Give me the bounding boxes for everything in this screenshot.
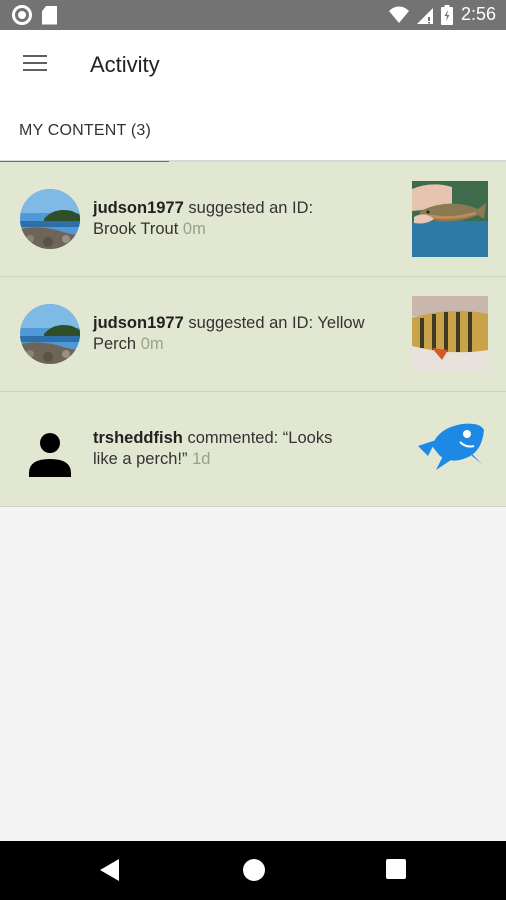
status-bar: 2:56	[0, 0, 506, 30]
username[interactable]: judson1977	[93, 199, 184, 217]
status-system: 2:56	[388, 4, 496, 25]
activity-item[interactable]: judson1977 suggested an ID: Brook Trout …	[0, 162, 506, 277]
activity-text: trsheddfish commented: “Looks like a per…	[93, 428, 383, 470]
activity-detail: Perch	[93, 335, 137, 353]
wifi-icon	[388, 6, 409, 23]
timestamp: 0m	[182, 220, 206, 238]
fish-photo-thumbnail[interactable]	[412, 181, 488, 257]
activity-action: commented: “Looks	[187, 429, 333, 447]
cell-signal-icon	[416, 7, 433, 24]
activity-action: suggested an ID: Yellow	[188, 314, 365, 332]
back-icon[interactable]	[100, 859, 119, 881]
activity-detail: Brook Trout	[93, 220, 179, 238]
page-title: Activity	[90, 52, 160, 77]
activity-item[interactable]: trsheddfish commented: “Looks like a per…	[0, 392, 506, 507]
user-avatar[interactable]	[20, 189, 80, 249]
status-notifications	[12, 5, 57, 25]
tab-my-content[interactable]: MY CONTENT (3)	[0, 100, 169, 164]
person-icon	[29, 433, 71, 477]
activity-action: suggested an ID:	[188, 199, 314, 217]
tab-label: MY CONTENT (3)	[19, 122, 151, 139]
tab-bar: MY CONTENT (3)	[0, 100, 506, 164]
timestamp: 0m	[140, 335, 164, 353]
fish-photo-thumbnail[interactable]	[412, 296, 488, 372]
username[interactable]: judson1977	[93, 314, 184, 332]
activity-detail: like a perch!”	[93, 450, 188, 468]
clock: 2:56	[460, 4, 496, 24]
system-nav-bar	[0, 841, 506, 900]
activity-item[interactable]: judson1977 suggested an ID: Yellow Perch…	[0, 277, 506, 392]
battery-icon	[440, 4, 453, 25]
username[interactable]: trsheddfish	[93, 429, 183, 447]
app-bar: Activity	[0, 30, 506, 100]
timestamp: 1d	[192, 450, 211, 468]
activity-text: judson1977 suggested an ID: Yellow Perch…	[93, 313, 383, 355]
user-avatar[interactable]	[20, 304, 80, 364]
notification-circle-icon	[12, 5, 32, 25]
recent-apps-icon[interactable]	[386, 859, 406, 879]
activity-text: judson1977 suggested an ID: Brook Trout …	[93, 198, 383, 240]
hamburger-menu-icon[interactable]	[23, 55, 47, 75]
activity-list: judson1977 suggested an ID: Brook Trout …	[0, 162, 506, 507]
sd-card-icon	[42, 5, 57, 25]
home-icon[interactable]	[243, 859, 265, 881]
fish-logo-icon[interactable]	[414, 416, 486, 478]
